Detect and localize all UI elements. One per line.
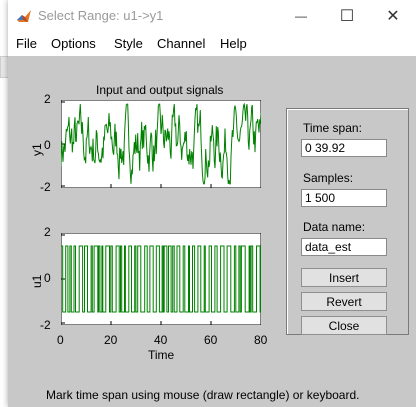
x-axis-label: Time xyxy=(148,348,175,362)
status-text: Mark time span using mouse (draw rectang… xyxy=(46,388,360,402)
minimize-icon: — xyxy=(295,9,307,23)
data-name-label: Data name: xyxy=(303,220,366,234)
close-icon: ✕ xyxy=(386,8,400,25)
window-title: Select Range: u1->y1 xyxy=(38,8,164,23)
y1-tick-0: 0 xyxy=(44,138,51,152)
plot-title: Input and output signals xyxy=(96,83,224,97)
u1-tick-2: 2 xyxy=(44,225,51,239)
y1-tick-2: 2 xyxy=(44,92,51,106)
figure-client-area: Input and output signals y1 2 0 -2 u1 2 … xyxy=(8,56,416,407)
title-bar[interactable]: Select Range: u1->y1 — ☐ ✕ xyxy=(8,0,416,32)
output-axes[interactable] xyxy=(61,100,261,188)
x-tick-80: 80 xyxy=(254,333,268,347)
u1-tick-0: 0 xyxy=(44,271,51,285)
input-axes[interactable] xyxy=(61,233,261,325)
menu-style[interactable]: Style xyxy=(114,36,143,51)
maximize-icon: ☐ xyxy=(339,8,355,25)
range-control-panel: Time span: Samples: Data name: Insert Re… xyxy=(286,108,409,335)
u1-tick-neg2: -2 xyxy=(40,318,51,332)
x-tick-60: 60 xyxy=(204,333,218,347)
menu-bar: File Options Style Channel Help xyxy=(8,32,416,56)
y1-axis-label: y1 xyxy=(30,143,44,156)
x-tick-0: 0 xyxy=(57,333,64,347)
samples-input[interactable] xyxy=(301,189,387,207)
menu-file[interactable]: File xyxy=(16,36,37,51)
x-tick-40: 40 xyxy=(154,333,168,347)
matlab-app-icon xyxy=(17,10,31,22)
status-bar: Mark time span using mouse (draw rectang… xyxy=(8,384,416,407)
menu-channel[interactable]: Channel xyxy=(157,36,205,51)
menu-options[interactable]: Options xyxy=(51,36,96,51)
y1-tick-neg2: -2 xyxy=(40,180,51,194)
time-span-label: Time span: xyxy=(303,121,362,135)
samples-label: Samples: xyxy=(303,171,354,185)
u1-axis-label: u1 xyxy=(30,274,44,288)
close-button[interactable]: Close xyxy=(301,316,387,335)
select-range-window: Select Range: u1->y1 — ☐ ✕ File Options … xyxy=(8,0,416,407)
menu-help[interactable]: Help xyxy=(220,36,247,51)
insert-button[interactable]: Insert xyxy=(301,268,387,287)
time-span-input[interactable] xyxy=(301,139,387,157)
maximize-button[interactable]: ☐ xyxy=(324,0,370,32)
revert-button[interactable]: Revert xyxy=(301,292,387,311)
data-name-input[interactable] xyxy=(301,238,387,256)
close-window-button[interactable]: ✕ xyxy=(370,0,416,32)
x-tick-20: 20 xyxy=(104,333,118,347)
minimize-button[interactable]: — xyxy=(278,0,324,32)
